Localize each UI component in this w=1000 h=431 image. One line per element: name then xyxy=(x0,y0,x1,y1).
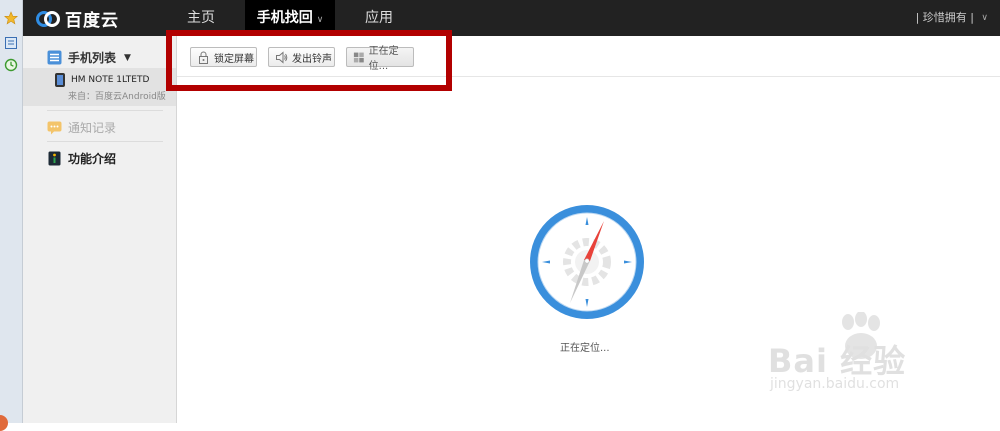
sidebar-item-feature-intro[interactable]: 功能介绍 xyxy=(47,150,116,167)
compass-icon xyxy=(530,205,644,319)
sidebar-item-notify-log[interactable]: 通知记录 xyxy=(47,119,116,136)
phone-list-header[interactable]: 手机列表 ▼ xyxy=(47,49,131,66)
feature-intro-label: 功能介绍 xyxy=(68,152,117,166)
caret-down-icon: ▼ xyxy=(124,52,131,63)
locating-status: 正在定位... xyxy=(560,343,610,354)
brand-name: 百度云 xyxy=(65,10,119,31)
list-icon xyxy=(47,50,62,65)
star-icon[interactable] xyxy=(4,11,18,25)
bookmark-list-icon[interactable] xyxy=(4,36,18,50)
history-clock-icon[interactable] xyxy=(4,58,18,72)
phone-icon xyxy=(55,73,65,87)
info-book-icon xyxy=(48,151,61,166)
sidebar: 手机列表 ▼ HM NOTE 1LTETD 来自：百度云Android版 通知记… xyxy=(23,36,177,423)
baidu-jingyan-watermark: Bai 经验 jingyan.baidu.com xyxy=(758,312,998,406)
left-toolbar-strip xyxy=(0,0,23,431)
cloud-logo-icon xyxy=(36,11,60,27)
message-icon xyxy=(47,121,62,135)
chevron-down-icon: ∨ xyxy=(316,15,324,25)
user-chevron-down-icon[interactable]: ∨ xyxy=(981,0,988,36)
baidu-cloud-logo[interactable]: 百度云 xyxy=(35,6,119,31)
divider xyxy=(47,141,163,142)
highlight-box xyxy=(166,30,452,91)
device-item[interactable]: HM NOTE 1LTETD 来自：百度云Android版 xyxy=(23,68,176,106)
user-name-menu[interactable]: | 珍惜拥有 | xyxy=(916,0,974,36)
divider xyxy=(47,110,163,111)
device-name: HM NOTE 1LTETD xyxy=(71,75,150,85)
device-source: 来自：百度云Android版 xyxy=(68,92,166,102)
watermark-url: jingyan.baidu.com xyxy=(770,376,900,392)
notify-log-label: 通知记录 xyxy=(68,121,117,135)
phone-list-label: 手机列表 xyxy=(68,51,117,65)
nav-find-phone-label: 手机找回 xyxy=(256,10,313,26)
corner-badge-icon xyxy=(0,415,8,431)
